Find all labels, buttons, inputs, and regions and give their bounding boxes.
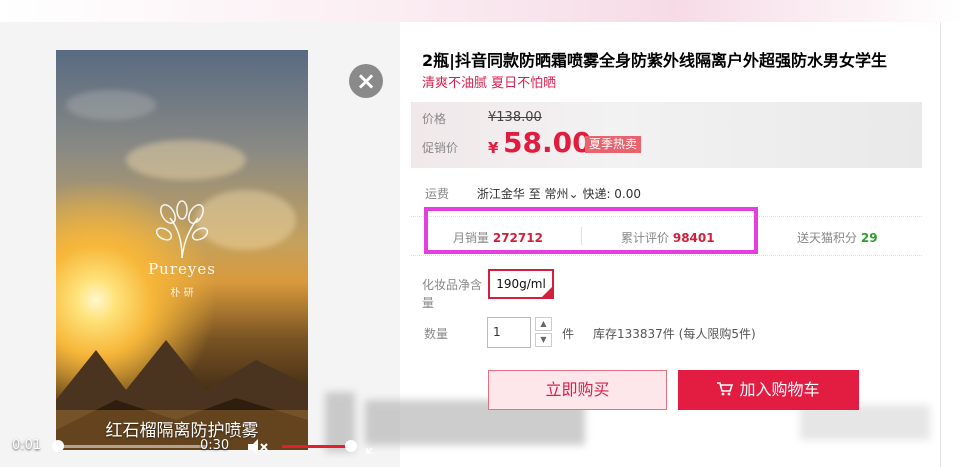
mute-icon[interactable] [246,437,268,457]
add-to-cart-label: 加入购物车 [739,380,820,399]
top-banner-strip [0,0,964,22]
brand-leaf-icon [156,200,208,259]
stock-info: 库存133837件 (每人限购5件) [593,325,756,342]
tmall-points-value: 29 [860,231,878,245]
currency-symbol: ¥ [488,139,499,157]
product-subtitle: 清爽不油腻 夏日不怕晒 [422,76,557,91]
cloud [126,140,246,180]
ship-from: 浙江金华 [476,187,525,201]
selected-check-icon [542,287,552,297]
sale-price: 58.00 [503,126,592,159]
video-controls: 0:01 0:30 [0,432,380,462]
tmall-points-label: 送天猫积分 [797,231,858,245]
ship-to-word: 至 [528,187,541,201]
spec-label: 化妆品净含量 [422,278,483,310]
product-video[interactable]: Pureyes 朴 研 红石榴隔离防护喷雾 [56,50,308,450]
panel-divider [940,22,941,467]
cloud [196,190,296,250]
quantity-unit: 件 [562,327,575,341]
brand-logo-text: Pureyes [148,260,216,278]
spec-option-selected[interactable]: 190g/ml [488,269,554,299]
chevron-down-icon: ⌄ [568,187,579,201]
shipping-label: 运费 [425,187,450,201]
quantity-label: 数量 [424,327,449,341]
purchase-limit: (每人限购5件) [678,327,756,341]
promo-price-label: 促销价 [422,141,459,155]
product-title: 2瓶|抖音同款防晒霜喷雾全身防紫外线隔离户外超强防水男女学生 [422,51,887,70]
brand-logo-subtext: 朴 研 [170,288,194,299]
ship-to-select[interactable]: 常州⌄ [545,187,579,201]
list-price: ¥138.00 [488,110,542,125]
express-fee: 快递: 0.00 [582,187,642,201]
volume-bar[interactable] [282,445,350,448]
blurred-watermark [800,405,930,440]
close-icon: × [355,67,377,95]
duration: 0:30 [200,438,230,453]
progress-handle[interactable] [52,440,64,452]
quantity-increase-button[interactable]: ▲ [535,317,552,331]
fullscreen-icon[interactable] [366,440,380,454]
cloud [66,90,156,120]
progress-bar[interactable] [56,445,206,448]
price-box: 价格 ¥138.00 促销价 ¥ 58.00 夏季热卖 [411,102,922,168]
buy-now-button[interactable]: 立即购买 [488,370,667,410]
stock-count: 库存133837件 [593,327,675,341]
ship-to: 常州 [544,187,569,201]
highlight-annotation-box [424,207,758,254]
close-video-button[interactable]: × [349,64,383,98]
cart-icon [717,382,734,396]
quantity-input[interactable]: 1 [487,317,531,348]
volume-handle[interactable] [345,440,357,452]
current-time: 0:01 [12,438,42,453]
list-price-label: 价格 [422,112,447,126]
spec-option-label: 190g/ml [496,277,546,291]
shipping-row: 运费 浙江金华 至 常州⌄ 快递: 0.00 [425,185,641,202]
tmall-points: 送天猫积分 29 [797,229,878,246]
add-to-cart-button[interactable]: 加入购物车 [678,370,859,410]
promo-badge: 夏季热卖 [585,136,642,153]
quantity-decrease-button[interactable]: ▼ [535,333,552,347]
